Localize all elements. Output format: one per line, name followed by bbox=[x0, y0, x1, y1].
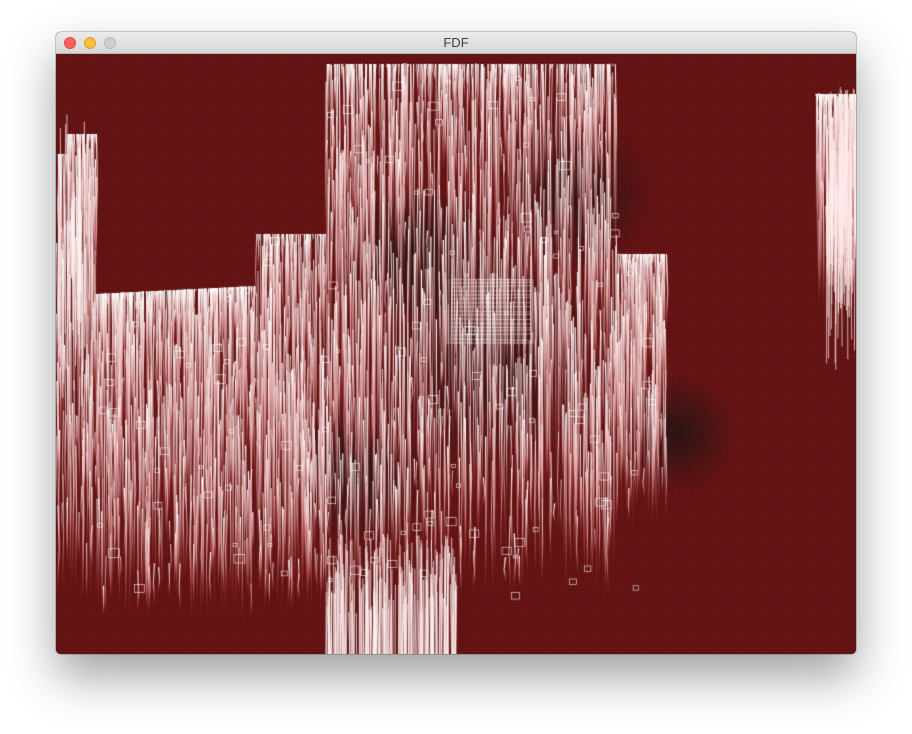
render-area[interactable] bbox=[56, 54, 856, 654]
wireframe-canvas[interactable] bbox=[56, 54, 856, 654]
title-bar[interactable]: FDF bbox=[56, 32, 856, 54]
app-window: FDF bbox=[56, 32, 856, 654]
window-title: FDF bbox=[443, 35, 469, 50]
